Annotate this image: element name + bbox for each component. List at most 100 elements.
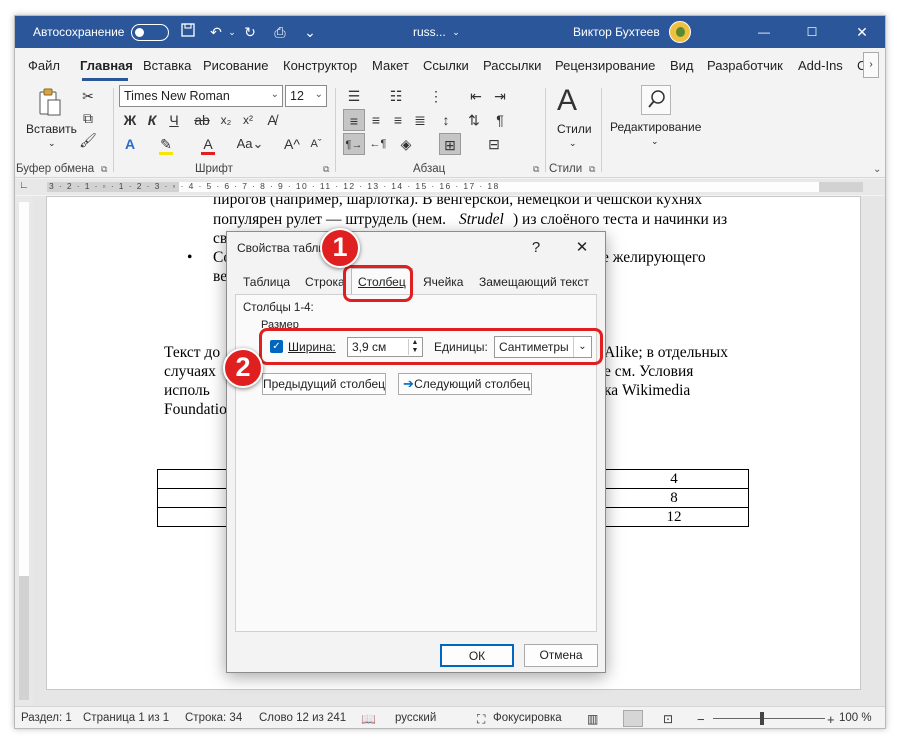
user-name[interactable]: Виктор Бухтеев xyxy=(573,25,660,39)
dialog-close-icon[interactable]: ✕ xyxy=(569,236,595,260)
previous-column-button[interactable]: Предыдущий столбец xyxy=(262,373,386,395)
tab-developer[interactable]: Разработчик xyxy=(707,58,783,73)
print-layout-icon[interactable] xyxy=(623,710,643,727)
tab-home[interactable]: Главная xyxy=(80,58,133,73)
bold-icon[interactable]: Ж xyxy=(119,109,141,131)
status-line[interactable]: Строка: 34 xyxy=(185,712,242,724)
status-focus[interactable]: Фокусировка xyxy=(493,712,562,724)
italic-icon[interactable]: К xyxy=(141,109,163,131)
web-layout-icon[interactable]: ⊡ xyxy=(663,712,673,726)
clear-formatting-icon[interactable]: A̸ xyxy=(261,109,283,131)
shading-icon[interactable]: ◈ xyxy=(395,133,417,155)
borders-icon[interactable]: ⊞ xyxy=(439,133,461,155)
columns-icon[interactable]: ⊟ xyxy=(483,133,505,155)
bullets-icon[interactable]: ☰ xyxy=(343,85,365,107)
document-name[interactable]: russ... xyxy=(413,25,446,39)
tab-row[interactable]: Строка xyxy=(305,275,345,289)
copy-icon[interactable]: ⧉ xyxy=(77,107,99,129)
styles-launcher-icon[interactable]: ⧉ xyxy=(589,164,595,175)
tab-cell[interactable]: Ячейка xyxy=(423,275,463,289)
tab-insert[interactable]: Вставка xyxy=(143,58,191,73)
styles-dropdown-icon[interactable]: ⌄ xyxy=(569,138,577,149)
increase-indent-icon[interactable]: ⇥ xyxy=(489,85,511,107)
tab-mailings[interactable]: Рассылки xyxy=(483,58,541,73)
cut-icon[interactable]: ✂ xyxy=(77,85,99,107)
align-left-icon[interactable]: ≡ xyxy=(343,109,365,131)
table-cell[interactable]: 12 xyxy=(599,507,749,527)
zoom-in-icon[interactable]: + xyxy=(827,712,835,727)
table-cell[interactable]: 4 xyxy=(599,469,749,489)
font-launcher-icon[interactable]: ⧉ xyxy=(323,164,329,175)
font-name-select[interactable]: Times New Roman ⌄ xyxy=(119,85,283,107)
numbering-icon[interactable]: ☷ xyxy=(385,85,407,107)
line-spacing-icon[interactable]: ↕ xyxy=(435,109,457,131)
tab-alt-text[interactable]: Замещающий текст xyxy=(479,275,589,289)
redo-icon[interactable]: ↻ xyxy=(241,23,259,41)
editing-label[interactable]: Редактирование xyxy=(610,120,701,134)
docname-chevron-icon[interactable]: ⌄ xyxy=(447,23,465,41)
grow-font-icon[interactable]: A^ xyxy=(281,133,303,155)
ok-button[interactable]: ОК xyxy=(440,644,514,667)
tab-table[interactable]: Таблица xyxy=(243,275,290,289)
font-size-select[interactable]: 12 ⌄ xyxy=(285,85,327,107)
tab-addins[interactable]: Add-Ins xyxy=(798,58,843,73)
tab-draw[interactable]: Рисование xyxy=(203,58,268,73)
zoom-out-icon[interactable]: − xyxy=(697,712,705,727)
print-preview-icon[interactable]: ⎙ xyxy=(271,23,289,41)
status-page[interactable]: Страница 1 из 1 xyxy=(83,712,169,724)
tabs-scroll-right-icon[interactable]: › xyxy=(863,52,879,78)
close-icon[interactable]: ✕ xyxy=(853,23,871,41)
paste-dropdown-icon[interactable]: ⌄ xyxy=(48,138,56,149)
styles-icon[interactable]: A xyxy=(557,84,577,118)
text-effects-icon[interactable]: A xyxy=(119,133,141,155)
status-zoom[interactable]: 100 % xyxy=(839,712,872,724)
tab-review[interactable]: Рецензирование xyxy=(555,58,655,73)
align-center-icon[interactable]: ≡ xyxy=(365,109,387,131)
tab-design[interactable]: Конструктор xyxy=(283,58,357,73)
zoom-slider-thumb[interactable] xyxy=(760,712,764,725)
paste-label[interactable]: Вставить xyxy=(26,122,77,136)
rtl-icon[interactable]: ←¶ xyxy=(367,133,389,155)
collapse-ribbon-icon[interactable]: ⌄ xyxy=(873,164,881,175)
help-button[interactable]: ? xyxy=(523,236,549,260)
editing-dropdown-icon[interactable]: ⌄ xyxy=(651,136,659,147)
sort-icon[interactable]: ⇅ xyxy=(463,109,485,131)
tab-selector-icon[interactable]: ∟ xyxy=(19,180,29,191)
superscript-icon[interactable]: x² xyxy=(237,109,259,131)
align-right-icon[interactable]: ≡ xyxy=(387,109,409,131)
tab-references[interactable]: Ссылки xyxy=(423,58,469,73)
search-icon[interactable] xyxy=(641,85,671,115)
multilevel-list-icon[interactable]: ⋮ xyxy=(425,85,447,107)
next-column-button[interactable]: ➔ Следующий столбец xyxy=(398,373,532,395)
maximize-icon[interactable]: ☐ xyxy=(803,23,821,41)
clipboard-launcher-icon[interactable]: ⧉ xyxy=(101,164,107,175)
tab-file[interactable]: Файл xyxy=(28,58,60,73)
status-word-count[interactable]: Слово 12 из 241 xyxy=(259,712,346,724)
format-painter-icon[interactable]: 🖌 xyxy=(77,129,99,151)
user-avatar[interactable] xyxy=(669,21,691,43)
proofing-icon[interactable]: 📖 xyxy=(361,712,376,726)
change-case-icon[interactable]: Aa⌄ xyxy=(235,133,265,155)
status-section[interactable]: Раздел: 1 xyxy=(21,712,72,724)
paragraph-launcher-icon[interactable]: ⧉ xyxy=(533,164,539,175)
shrink-font-icon[interactable]: Aˇ xyxy=(305,133,327,155)
tab-view[interactable]: Вид xyxy=(670,58,694,73)
focus-icon[interactable]: ⛶ xyxy=(477,712,485,727)
autosave-toggle[interactable] xyxy=(131,24,169,41)
read-mode-icon[interactable]: ▥ xyxy=(587,712,598,726)
save-icon[interactable] xyxy=(179,23,197,41)
show-marks-icon[interactable]: ¶ xyxy=(489,109,511,131)
underline-icon[interactable]: Ч xyxy=(163,109,185,131)
justify-icon[interactable]: ≣ xyxy=(409,109,431,131)
undo-dropdown-icon[interactable]: ⌄ xyxy=(223,23,241,41)
subscript-icon[interactable]: x₂ xyxy=(215,109,237,131)
cancel-button[interactable]: Отмена xyxy=(524,644,598,667)
zoom-slider[interactable] xyxy=(713,718,825,719)
paste-icon[interactable] xyxy=(37,88,63,116)
status-language[interactable]: русский xyxy=(395,712,436,724)
customize-toolbar-icon[interactable]: ⌄ xyxy=(301,23,319,41)
table-cell[interactable]: 8 xyxy=(599,488,749,508)
strikethrough-icon[interactable]: ab xyxy=(191,109,213,131)
ltr-icon[interactable]: ¶→ xyxy=(343,133,365,155)
styles-label[interactable]: Стили xyxy=(557,122,592,136)
